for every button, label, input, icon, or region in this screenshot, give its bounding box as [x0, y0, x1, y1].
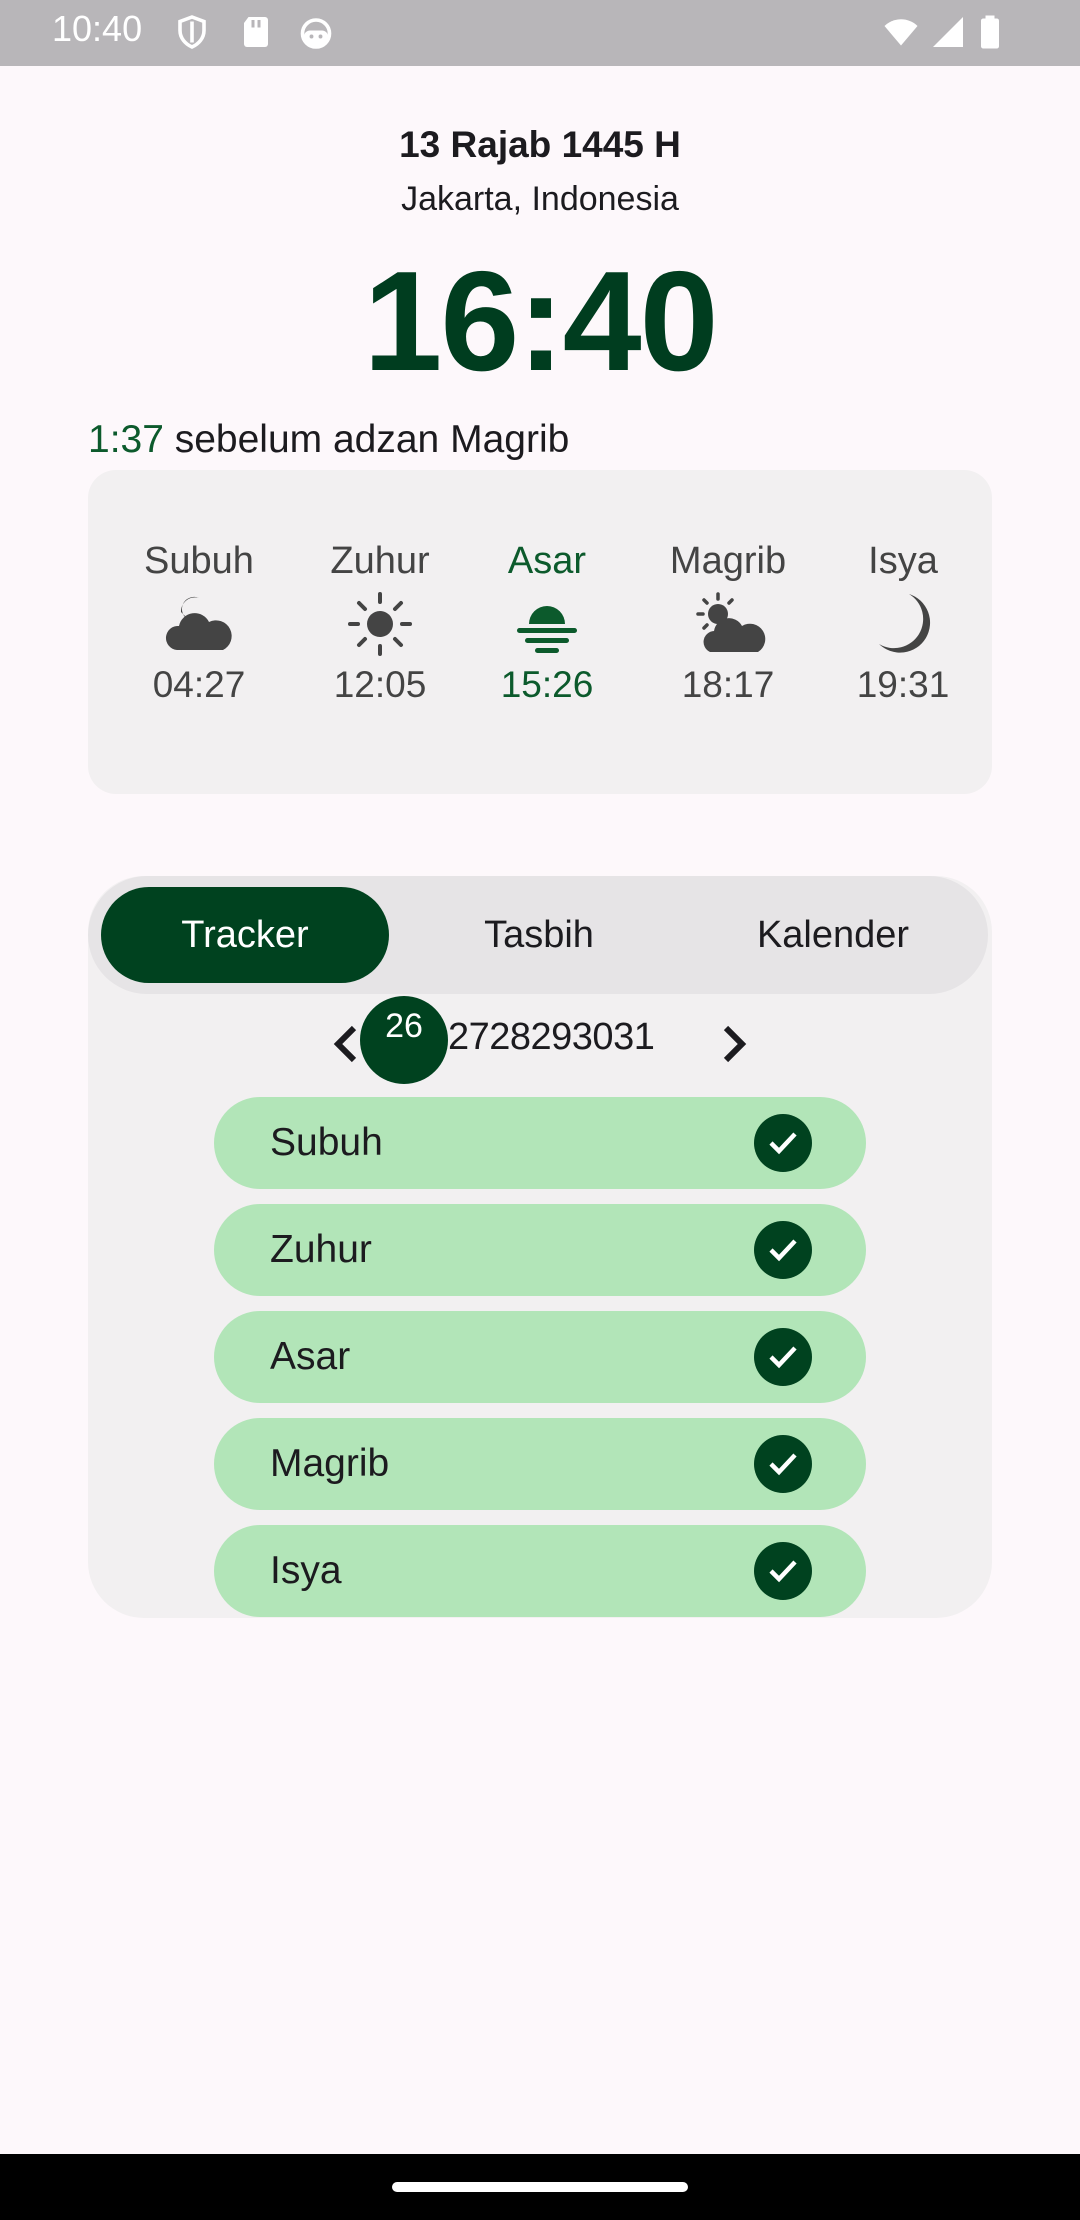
prayer-time-zuhur: Zuhur 12:05 — [295, 540, 465, 706]
countdown-text: sebelum adzan Magrib — [163, 418, 570, 461]
chevron-left-icon[interactable] — [332, 1024, 360, 1064]
home-gesture-handle[interactable] — [392, 2182, 688, 2192]
check-icon[interactable] — [754, 1328, 812, 1386]
sun-cloud-icon — [696, 592, 766, 652]
tracker-item-label: Magrib — [270, 1442, 390, 1485]
tab-tasbih[interactable]: Tasbih — [394, 887, 684, 983]
tracker-item-asar[interactable]: Asar — [214, 1311, 866, 1403]
location-label: Jakarta, Indonesia — [401, 180, 679, 218]
countdown-time: 1:37 — [88, 418, 164, 461]
tracker-item-isya[interactable]: Isya — [214, 1525, 866, 1617]
wifi-icon — [884, 19, 918, 46]
prayer-times-card: Subuh 04:27 Zuhur 12:05 Asar 15:26 Magri… — [88, 470, 992, 794]
check-icon[interactable] — [754, 1114, 812, 1172]
check-icon[interactable] — [754, 1435, 812, 1493]
sd-card-icon — [244, 17, 268, 47]
hijri-date: 13 Rajab 1445 H — [399, 124, 681, 165]
check-icon[interactable] — [754, 1542, 812, 1600]
battery-icon — [981, 15, 999, 49]
tab-tracker[interactable]: Tracker — [101, 887, 389, 983]
sun-icon — [348, 592, 412, 656]
prayer-time-magrib: Magrib 18:17 — [643, 540, 813, 706]
prayer-time-value: 18:17 — [681, 664, 775, 705]
prayer-time-value: 04:27 — [152, 664, 246, 705]
status-bar: 10:40 — [0, 0, 1080, 66]
prayer-name: Subuh — [144, 540, 254, 582]
cloud-moon-icon — [165, 596, 232, 650]
system-navigation-bar — [0, 2154, 1080, 2220]
tracker-item-label: Isya — [270, 1549, 342, 1592]
day-list[interactable]: 2728293031 — [448, 1016, 655, 1059]
tab-bar: Tracker Tasbih Kalender — [88, 876, 988, 994]
check-icon[interactable] — [754, 1221, 812, 1279]
prayer-name: Zuhur — [330, 540, 430, 582]
prayer-time-value: 12:05 — [333, 664, 427, 705]
date-pager: 26 2728293031 — [0, 996, 1080, 1084]
current-time: 16:40 — [363, 242, 718, 401]
next-prayer-countdown: 1:37 sebelum adzan Magrib — [88, 418, 569, 462]
status-time: 10:40 — [52, 8, 143, 49]
tracker-item-subuh[interactable]: Subuh — [214, 1097, 866, 1189]
prayer-time-value: 15:26 — [500, 664, 594, 705]
tracker-item-label: Asar — [270, 1335, 351, 1378]
prayer-name: Magrib — [669, 540, 787, 582]
tracker-item-label: Zuhur — [270, 1228, 372, 1271]
tracker-item-label: Subuh — [270, 1121, 383, 1164]
signal-icon — [933, 17, 963, 47]
tracker-item-zuhur[interactable]: Zuhur — [214, 1204, 866, 1296]
prayer-name: Asar — [507, 540, 587, 582]
tracker-item-magrib[interactable]: Magrib — [214, 1418, 866, 1510]
prayer-time-isya: Isya 19:31 — [818, 540, 988, 706]
android-face-icon — [300, 18, 332, 49]
chevron-right-icon[interactable] — [720, 1024, 748, 1064]
prayer-time-asar: Asar 15:26 — [462, 540, 632, 706]
selected-day[interactable]: 26 — [360, 996, 448, 1084]
tab-kalender[interactable]: Kalender — [688, 887, 978, 983]
sunset-icon — [517, 606, 577, 653]
prayer-time-subuh: Subuh 04:27 — [114, 540, 284, 706]
shield-icon — [178, 15, 206, 49]
prayer-time-value: 19:31 — [856, 664, 950, 705]
crescent-moon-icon — [879, 594, 931, 653]
prayer-name: Isya — [868, 540, 938, 582]
